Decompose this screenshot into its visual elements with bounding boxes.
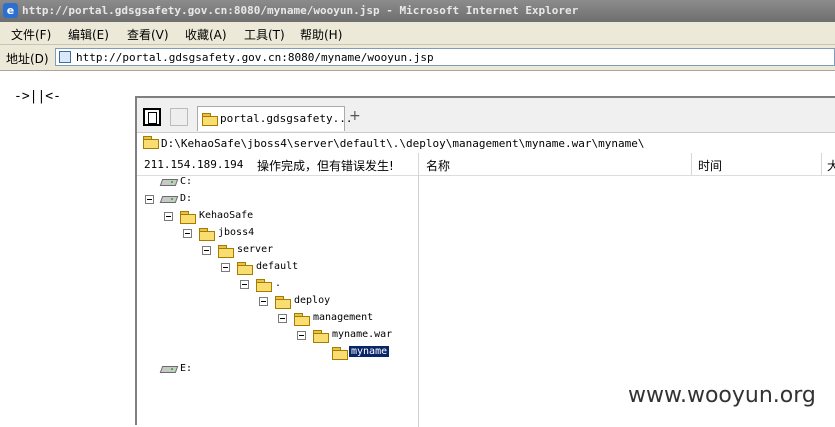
tree-label[interactable]: default	[256, 261, 298, 272]
page-icon	[59, 51, 71, 63]
column-header-size[interactable]: 大	[827, 157, 835, 174]
tree-label[interactable]: server	[237, 244, 273, 255]
menu-tools[interactable]: 工具(T)	[244, 26, 285, 43]
tree-label[interactable]: myname.war	[332, 329, 392, 340]
folder-icon	[313, 330, 329, 343]
folder-icon	[294, 313, 310, 326]
column-separator	[418, 153, 419, 175]
window-list-button[interactable]	[170, 108, 188, 126]
status-and-header-bar: 211.154.189.194 操作完成，但有错误发生! 名称 时间 大	[137, 153, 835, 176]
column-separator	[821, 153, 822, 175]
window-toggle-button[interactable]	[143, 108, 161, 126]
drive-icon	[161, 366, 177, 374]
folder-icon	[180, 211, 196, 224]
column-header-time[interactable]: 时间	[698, 157, 722, 174]
tree-label[interactable]: .	[275, 278, 281, 289]
server-ip: 211.154.189.194	[144, 158, 244, 171]
drive-icon	[161, 179, 177, 187]
file-manager-window: portal.gdsgsafety... + D:\KehaoSafe\jbos…	[135, 96, 835, 427]
internet-explorer-icon: e	[3, 3, 18, 18]
column-separator	[691, 153, 692, 175]
tree-label[interactable]: C:	[180, 176, 192, 187]
drive-icon	[161, 196, 177, 204]
collapse-toggle[interactable]	[297, 331, 306, 340]
path-bar[interactable]: D:\KehaoSafe\jboss4\server\default\.\dep…	[137, 132, 835, 154]
watermark: www.wooyun.org	[628, 383, 816, 408]
address-label: 地址(D)	[6, 52, 49, 66]
tree-label-selected[interactable]: myname	[349, 346, 390, 357]
menu-view[interactable]: 查看(V)	[127, 26, 169, 43]
pane-splitter[interactable]	[418, 175, 419, 427]
menu-edit[interactable]: 编辑(E)	[68, 26, 109, 43]
folder-icon	[256, 279, 272, 292]
tree-label[interactable]: management	[313, 312, 373, 323]
tab-strip: portal.gdsgsafety... +	[137, 98, 835, 132]
collapse-toggle[interactable]	[183, 229, 192, 238]
folder-icon	[202, 113, 218, 126]
collapse-toggle[interactable]	[278, 314, 287, 323]
tree-label[interactable]: D:	[180, 193, 192, 204]
window-title: http://portal.gdsgsafety.gov.cn:8080/myn…	[22, 4, 579, 17]
new-tab-button[interactable]: +	[349, 108, 361, 124]
tab-portal[interactable]: portal.gdsgsafety...	[197, 106, 352, 131]
status-message: 操作完成，但有错误发生!	[257, 159, 394, 173]
folder-icon	[275, 296, 291, 309]
tab-label: portal.gdsgsafety...	[220, 112, 353, 125]
menu-bar: 文件(F) 编辑(E) 查看(V) 收藏(A) 工具(T) 帮助(H)	[0, 22, 835, 45]
menu-file[interactable]: 文件(F)	[11, 26, 51, 43]
column-header-name[interactable]: 名称	[426, 157, 450, 174]
collapse-toggle[interactable]	[240, 280, 249, 289]
menu-help[interactable]: 帮助(H)	[300, 26, 342, 43]
collapse-toggle[interactable]	[259, 297, 268, 306]
folder-icon	[199, 228, 215, 241]
window-title-bar: e http://portal.gdsgsafety.gov.cn:8080/m…	[0, 0, 835, 22]
address-bar: 地址(D) http://portal.gdsgsafety.gov.cn:80…	[0, 45, 835, 71]
address-input[interactable]: http://portal.gdsgsafety.gov.cn:8080/myn…	[55, 48, 835, 66]
collapse-toggle[interactable]	[202, 246, 211, 255]
address-url[interactable]: http://portal.gdsgsafety.gov.cn:8080/myn…	[76, 51, 434, 64]
current-path[interactable]: D:\KehaoSafe\jboss4\server\default\.\dep…	[161, 137, 644, 150]
collapse-toggle[interactable]	[164, 212, 173, 221]
folder-icon	[143, 136, 159, 149]
page-output-text: ->||<-	[14, 89, 61, 104]
folder-icon	[332, 347, 348, 360]
tree-label[interactable]: deploy	[294, 295, 330, 306]
folder-icon	[218, 245, 234, 258]
collapse-toggle[interactable]	[221, 263, 230, 272]
tree-label[interactable]: KehaoSafe	[199, 210, 253, 221]
tree-label[interactable]: jboss4	[218, 227, 254, 238]
tree-label[interactable]: E:	[180, 363, 192, 374]
menu-favorites[interactable]: 收藏(A)	[185, 26, 227, 43]
collapse-toggle[interactable]	[145, 195, 154, 204]
folder-icon	[237, 262, 253, 275]
folder-tree: C: D: KehaoSafe jboss4 server default . …	[137, 175, 418, 427]
